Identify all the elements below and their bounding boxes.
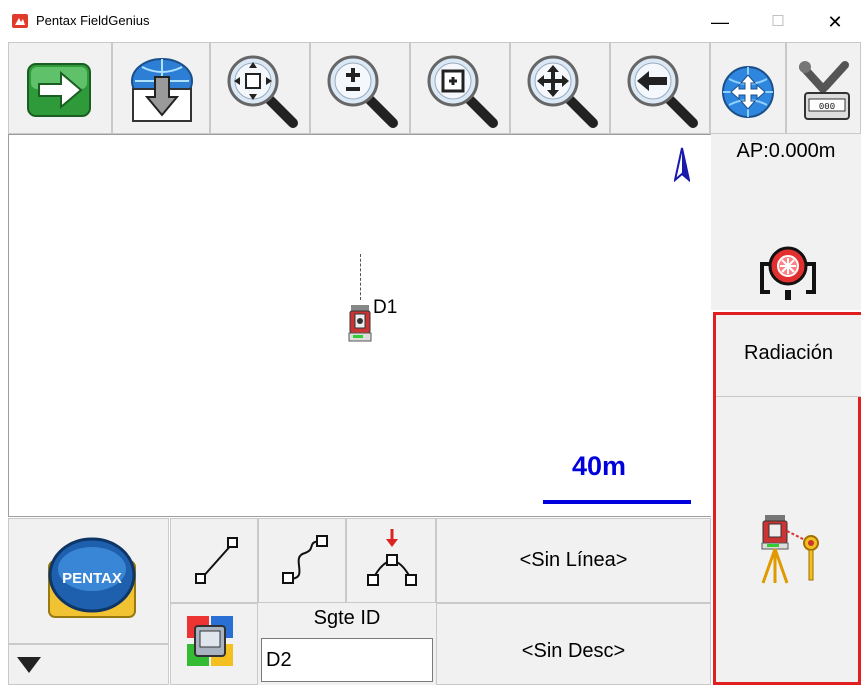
zoom-window-button[interactable] (410, 42, 510, 134)
prism-target-button[interactable] (758, 244, 818, 307)
zoom-extents-button[interactable] (210, 42, 310, 134)
window-title: Pentax FieldGenius (36, 13, 150, 28)
description-button[interactable]: <Sin Desc> (436, 603, 711, 685)
pan-button[interactable] (510, 42, 610, 134)
zoom-in-out-icon (325, 53, 399, 134)
globe-move-icon (721, 65, 775, 124)
pentax-logo-icon: PENTAX (47, 535, 137, 624)
line-selector-button[interactable]: <Sin Línea> (436, 518, 711, 603)
maximize-button[interactable]: ☐ (758, 8, 798, 36)
download-button[interactable] (112, 42, 210, 134)
globe-move-button[interactable] (710, 42, 786, 134)
backsight-line (360, 254, 361, 300)
next-id-value: D2 (266, 649, 292, 671)
arc-points-icon (367, 527, 417, 592)
next-id-label: Sgte ID (313, 607, 381, 629)
zoom-extents-icon (225, 53, 299, 134)
next-button[interactable] (8, 42, 112, 134)
scale-bar (543, 500, 691, 504)
point-label: D1 (373, 297, 398, 318)
mode-label: Radiación (744, 342, 833, 364)
curve-icon (281, 535, 329, 590)
zoom-window-icon (425, 53, 499, 134)
instrument-point-icon[interactable] (347, 303, 373, 350)
line-segment-icon (195, 537, 239, 590)
next-id-input[interactable]: D2 (261, 638, 433, 682)
north-arrow-icon (673, 146, 691, 187)
instrument-settings-icon: 000 (797, 59, 857, 128)
svg-text:PENTAX: PENTAX (62, 570, 122, 587)
layers-icon (185, 614, 235, 675)
layers-button[interactable] (170, 603, 258, 685)
measure-instrument-icon[interactable] (757, 513, 823, 590)
triangle-down-icon (15, 655, 43, 680)
curve-tool-button[interactable] (258, 518, 346, 603)
line-tool-button[interactable] (170, 518, 258, 603)
next-arrow-icon (27, 63, 91, 122)
instrument-settings-button[interactable]: 000 (786, 42, 861, 134)
minimize-button[interactable]: — (700, 8, 740, 36)
download-globe-icon (127, 57, 197, 128)
ap-height-label: AP:0.000m (736, 140, 836, 162)
expand-panel[interactable] (8, 644, 169, 685)
zoom-in-out-button[interactable] (310, 42, 410, 134)
zoom-previous-icon (625, 53, 699, 134)
pentax-menu-button[interactable]: PENTAX (8, 518, 169, 644)
line-selector-label: <Sin Línea> (519, 549, 628, 571)
pan-icon (525, 53, 599, 134)
description-label: <Sin Desc> (521, 640, 626, 662)
zoom-previous-button[interactable] (610, 42, 710, 134)
arc-tool-button[interactable] (346, 518, 436, 603)
app-logo-icon (12, 14, 28, 28)
svg-text:000: 000 (819, 102, 835, 112)
close-button[interactable]: ✕ (815, 8, 855, 36)
scale-label: 40m (572, 451, 627, 481)
